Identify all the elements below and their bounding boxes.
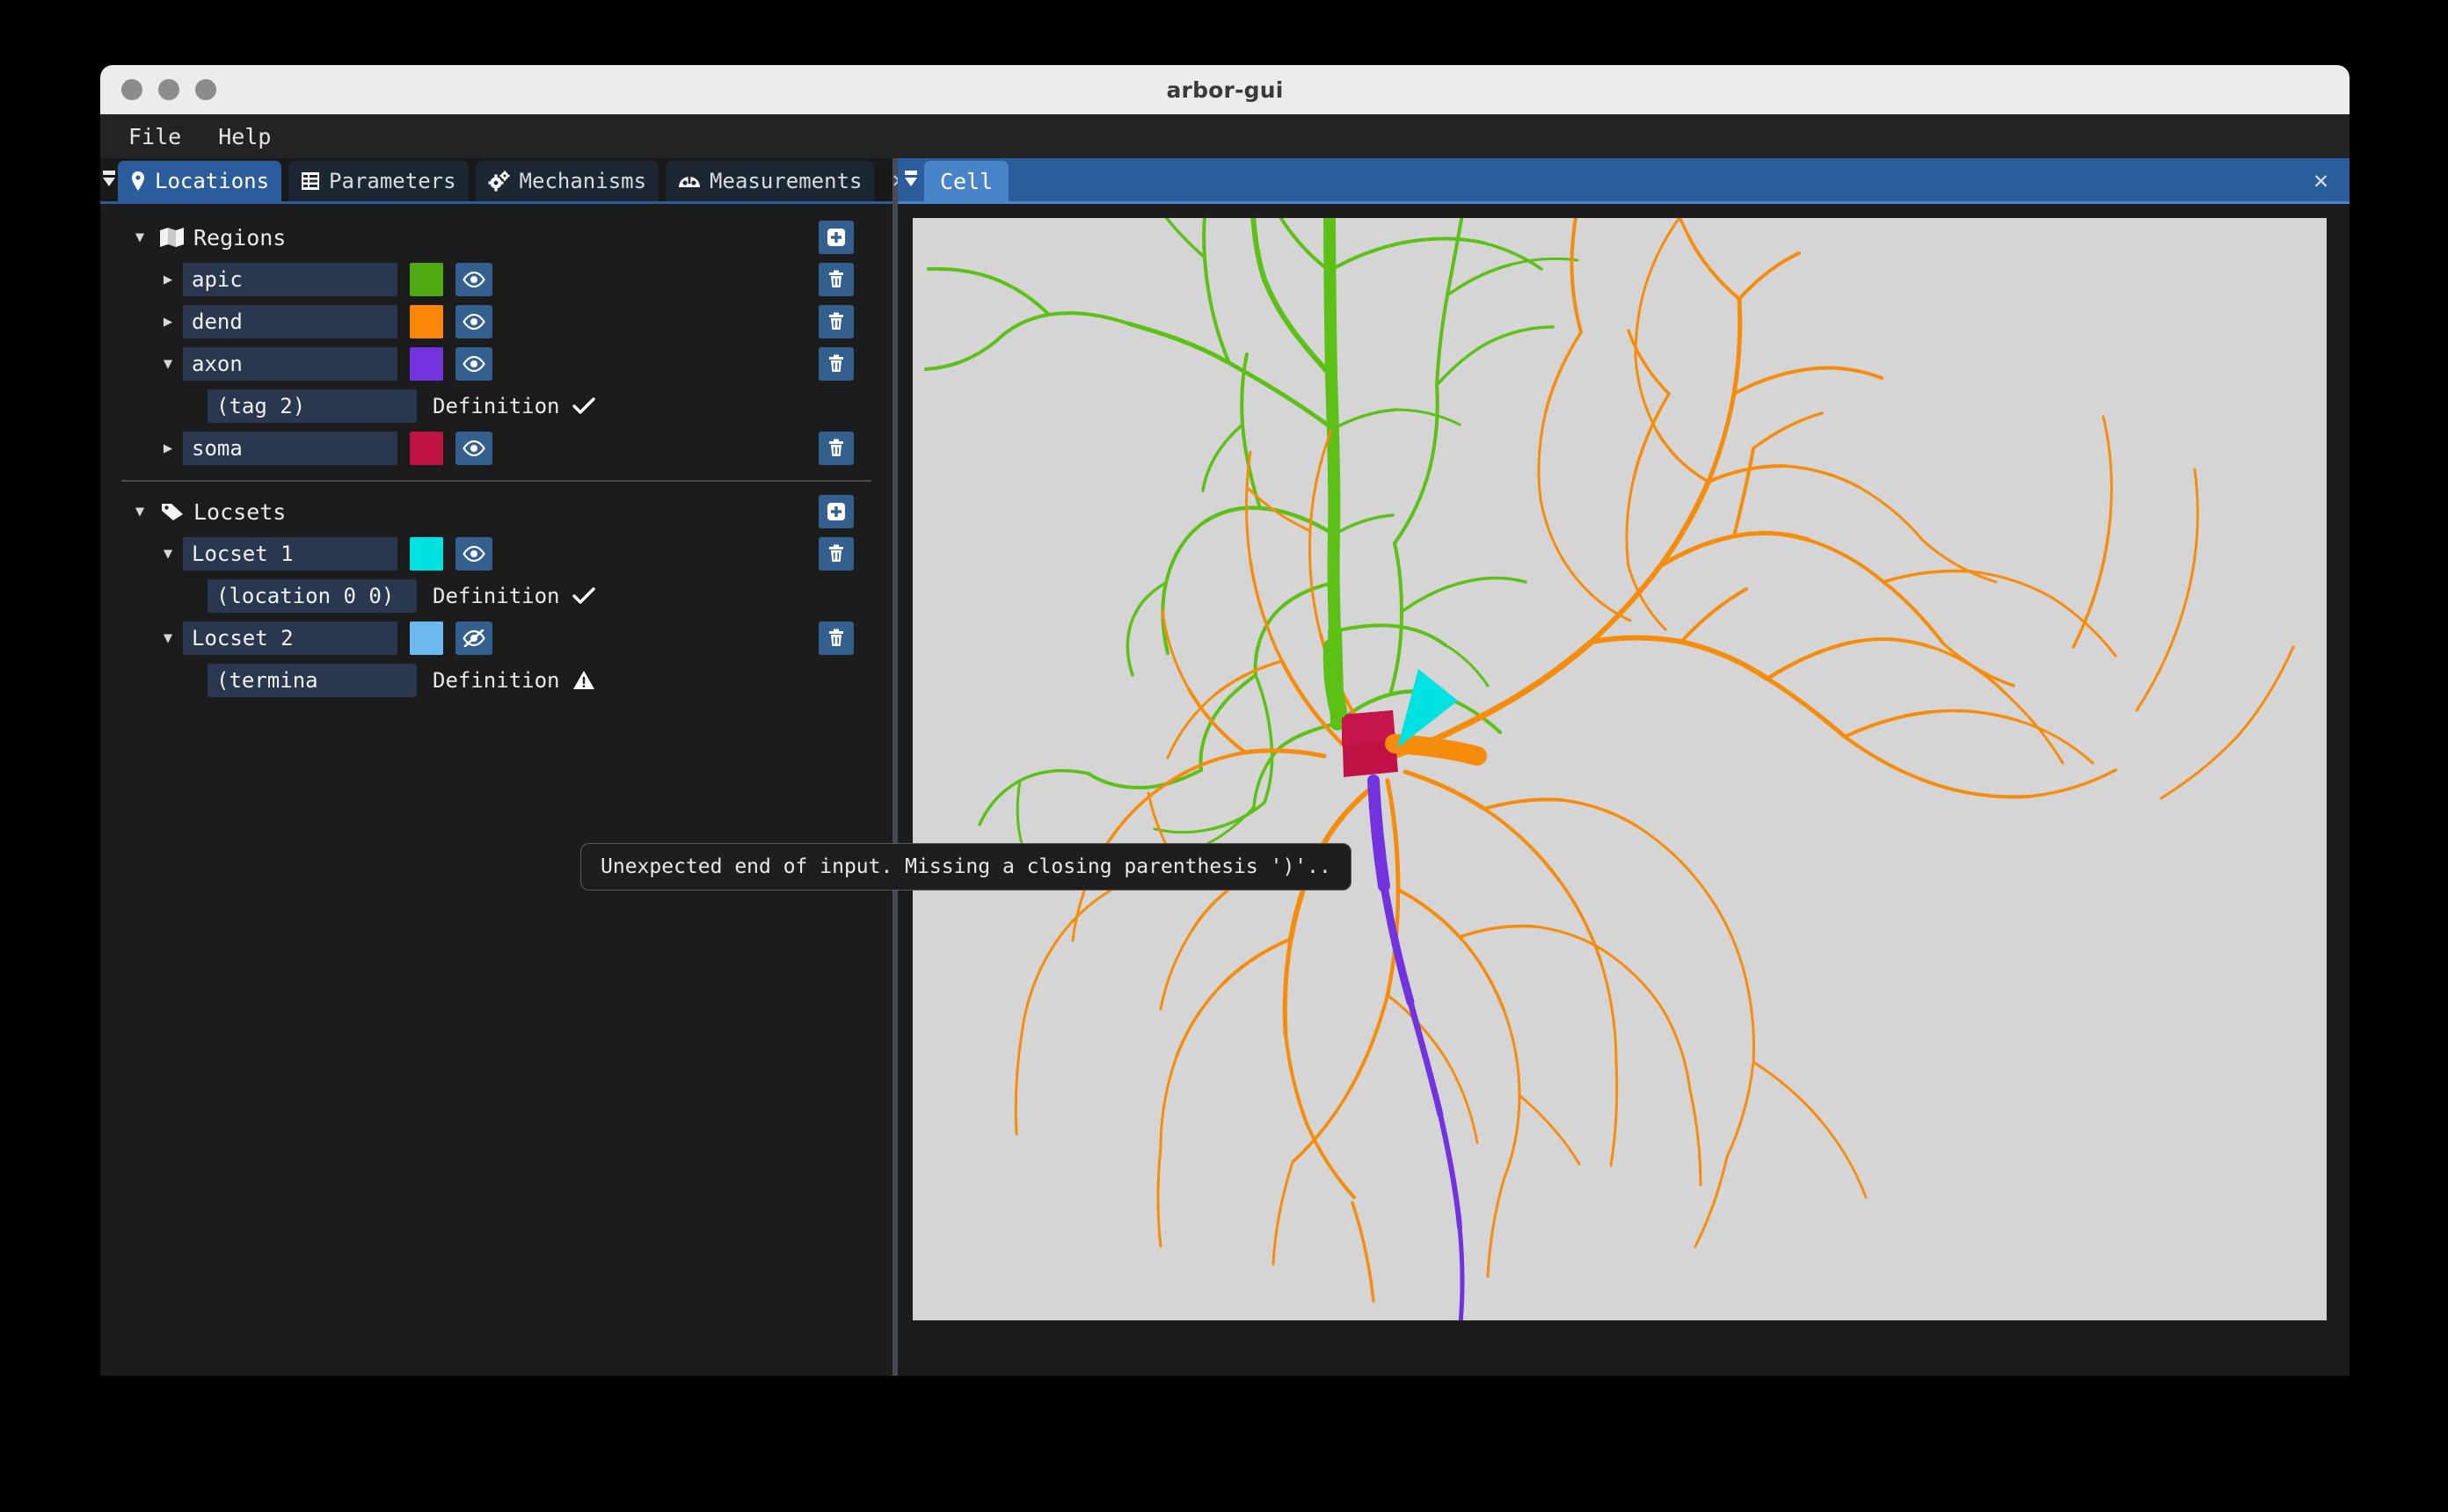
morphology-region-dend	[1016, 218, 2293, 1301]
tab-parameters[interactable]: Parameters	[288, 161, 469, 201]
check-icon	[572, 586, 595, 606]
tab-measurements[interactable]: Measurements	[666, 161, 874, 201]
locset-definition-row-1: (location 0 0) Definition	[100, 575, 892, 617]
check-icon	[572, 396, 595, 416]
chevron-down-icon[interactable]: ▼	[125, 503, 155, 520]
locset-definition-row-2: (termina Definition	[100, 659, 892, 701]
close-cell-panel-button[interactable]: ✕	[2313, 165, 2328, 194]
chevron-down-icon[interactable]: ▼	[125, 229, 155, 246]
locset-definition-input-2[interactable]: (termina	[208, 664, 417, 697]
tab-mechanisms-label: Mechanisms	[520, 169, 647, 193]
main-body: Locations Paramete	[100, 158, 2350, 1376]
locations-tree: ▼ Regions	[100, 204, 892, 701]
neuron-morphology	[913, 218, 2327, 1320]
left-tab-bar: Locations Paramete	[100, 158, 892, 204]
cell-panel-collapse-icon[interactable]	[898, 156, 924, 201]
cell-3d-viewport[interactable]	[913, 218, 2327, 1320]
locset-row-1[interactable]: ▼ Locset 1	[100, 533, 892, 575]
location-pin-icon	[130, 171, 146, 192]
section-header-regions[interactable]: ▼ Regions	[100, 216, 892, 258]
locset-name-input-1[interactable]: Locset 1	[183, 537, 397, 571]
region-name-input-dend[interactable]: dend	[183, 305, 397, 338]
locset-visibility-toggle-2[interactable]	[455, 622, 492, 655]
section-title-regions: Regions	[193, 225, 286, 251]
tab-locations-label: Locations	[155, 169, 269, 193]
locset-definition-label-2: Definition	[433, 668, 560, 693]
chevron-right-icon[interactable]: ▶	[153, 440, 183, 457]
locset-row-2[interactable]: ▼ Locset 2	[100, 617, 892, 659]
region-visibility-toggle-apic[interactable]	[455, 263, 492, 296]
tab-cell-label: Cell	[940, 169, 993, 194]
tab-measurements-label: Measurements	[710, 169, 862, 193]
locset-color-swatch-1[interactable]	[410, 537, 443, 571]
right-panel: Cell ✕	[898, 158, 2350, 1376]
add-region-button[interactable]	[819, 221, 854, 254]
locset-definition-input-1[interactable]: (location 0 0)	[208, 579, 417, 613]
locset-definition-label-1: Definition	[433, 584, 560, 608]
region-row-apic[interactable]: ▶ apic	[100, 258, 892, 301]
tab-cell[interactable]: Cell	[924, 161, 1009, 201]
title-bar: arbor-gui	[100, 65, 2350, 114]
region-definition-label-axon: Definition	[433, 394, 560, 418]
morphology-region-axon	[1373, 781, 1462, 1320]
warning-icon[interactable]	[572, 670, 595, 691]
region-visibility-toggle-dend[interactable]	[455, 305, 492, 338]
delete-region-button-dend[interactable]	[819, 305, 854, 338]
region-visibility-toggle-axon[interactable]	[455, 347, 492, 381]
delete-region-button-apic[interactable]	[819, 263, 854, 296]
region-row-axon[interactable]: ▼ axon	[100, 343, 892, 385]
region-color-swatch-soma[interactable]	[410, 432, 443, 465]
menu-help[interactable]: Help	[213, 122, 276, 151]
left-panel: Locations Paramete	[100, 158, 892, 1376]
region-name-input-axon[interactable]: axon	[183, 347, 397, 381]
section-divider	[121, 480, 871, 482]
delete-locset-button-1[interactable]	[819, 537, 854, 571]
tag-icon	[155, 501, 190, 522]
chevron-down-icon[interactable]: ▼	[153, 545, 183, 563]
locset-color-swatch-2[interactable]	[410, 622, 443, 655]
add-locset-button[interactable]	[819, 495, 854, 528]
chevron-down-icon[interactable]: ▼	[153, 629, 183, 647]
region-color-swatch-axon[interactable]	[410, 347, 443, 381]
locset-visibility-toggle-1[interactable]	[455, 537, 492, 571]
panel-collapse-icon[interactable]	[100, 156, 118, 201]
region-name-input-soma[interactable]: soma	[183, 432, 397, 465]
chevron-right-icon[interactable]: ▶	[153, 313, 183, 331]
chevron-down-icon[interactable]: ▼	[153, 355, 183, 373]
chevron-right-icon[interactable]: ▶	[153, 271, 183, 288]
region-row-soma[interactable]: ▶ soma	[100, 427, 892, 469]
region-name-input-apic[interactable]: apic	[183, 263, 397, 296]
cell-tab-bar: Cell ✕	[898, 158, 2350, 204]
section-title-locsets: Locsets	[193, 499, 286, 525]
region-color-swatch-apic[interactable]	[410, 263, 443, 296]
delete-region-button-axon[interactable]	[819, 347, 854, 381]
section-header-locsets[interactable]: ▼ Locsets	[100, 491, 892, 533]
list-icon	[301, 171, 320, 191]
app-window: arbor-gui File Help	[100, 65, 2350, 1376]
region-row-dend[interactable]: ▶ dend	[100, 301, 892, 343]
region-definition-input-axon[interactable]: (tag 2)	[208, 389, 417, 423]
locset-name-input-2[interactable]: Locset 2	[183, 622, 397, 655]
menu-file[interactable]: File	[123, 122, 186, 151]
map-icon	[155, 227, 190, 248]
delete-region-button-soma[interactable]	[819, 432, 854, 465]
tab-parameters-label: Parameters	[329, 169, 456, 193]
menu-bar: File Help	[100, 114, 2350, 158]
region-definition-row-axon: (tag 2) Definition	[100, 385, 892, 427]
region-color-swatch-dend[interactable]	[410, 305, 443, 338]
tab-mechanisms[interactable]: Mechanisms	[476, 161, 659, 201]
gears-icon	[488, 171, 511, 192]
tab-locations[interactable]: Locations	[118, 161, 281, 201]
region-visibility-toggle-soma[interactable]	[455, 432, 492, 465]
definition-error-tooltip: Unexpected end of input. Missing a closi…	[580, 843, 1352, 890]
delete-locset-button-2[interactable]	[819, 622, 854, 655]
meter-icon	[678, 171, 701, 191]
window-title: arbor-gui	[100, 77, 2350, 103]
